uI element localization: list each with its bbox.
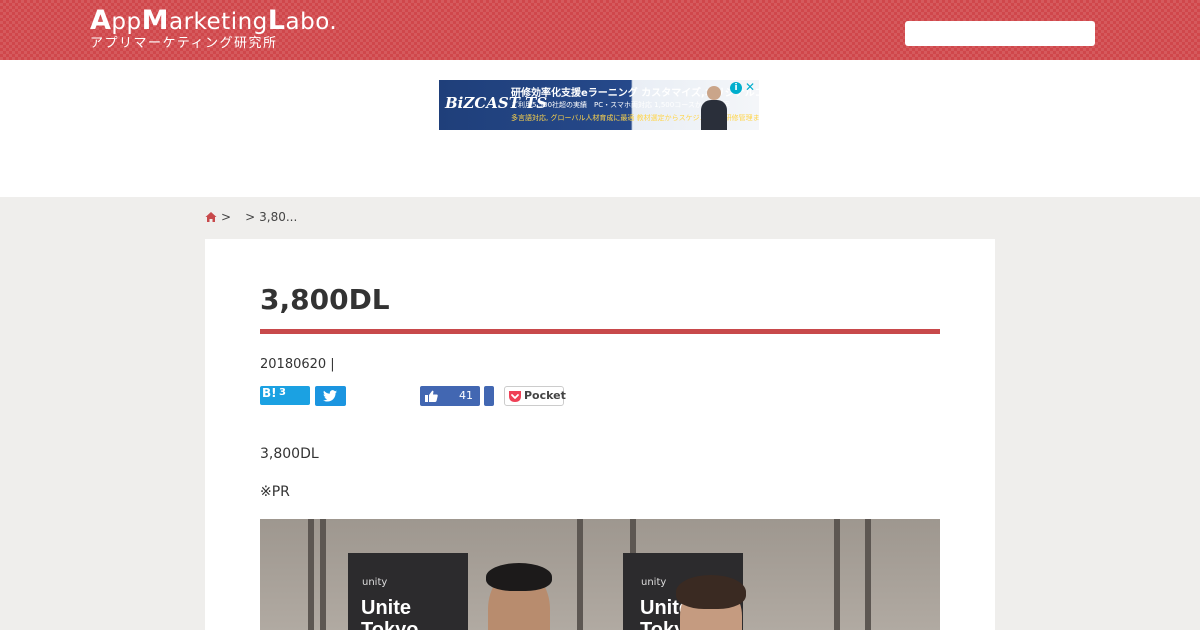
- title-divider: [260, 329, 940, 334]
- pocket-icon: [509, 391, 521, 402]
- article-card: 3,800DL 20180620 | B! 3 41 Pocket 3,800D…: [205, 239, 995, 630]
- article-photo: unity unity Unite Unite Tokyo Tokyo: [260, 519, 940, 630]
- breadcrumb-separator: >: [221, 210, 232, 224]
- ad-person-image: [701, 86, 727, 130]
- ad-banner[interactable]: BiZCAST TS 研修効率化支援eラーニング カスタマイズ,オリジナルコース…: [439, 80, 759, 130]
- breadcrumb: > > 3,80...: [205, 210, 297, 224]
- pocket-button[interactable]: Pocket: [504, 386, 566, 406]
- hatena-bookmark-button[interactable]: B! 3: [260, 386, 310, 405]
- ad-text-line: ご利用5,500社超の実績 PC・スマホ両対応 1,500コースからご提案: [511, 101, 730, 109]
- home-icon[interactable]: [205, 211, 217, 223]
- facebook-share-button[interactable]: [484, 386, 494, 406]
- share-buttons: B! 3 41 Pocket: [260, 386, 580, 406]
- banner-text: Tokyo: [361, 619, 419, 630]
- facebook-like-button[interactable]: 41: [420, 386, 480, 406]
- post-date: 20180620 |: [260, 357, 335, 372]
- ad-close-icon[interactable]: ✕: [744, 81, 756, 93]
- tweet-button[interactable]: [315, 386, 346, 406]
- search-input[interactable]: [905, 21, 1095, 46]
- article-paragraph: ※PR: [260, 484, 290, 500]
- pocket-label: Pocket: [524, 389, 566, 402]
- banner-brand: unity: [362, 577, 388, 588]
- breadcrumb-separator: >: [245, 210, 256, 224]
- logo-subtitle: アプリマーケティング研究所: [90, 36, 278, 51]
- ad-info-icon[interactable]: i: [730, 82, 742, 94]
- page-title: 3,800DL: [260, 283, 390, 316]
- site-header: AppMarketingLabo. アプリマーケティング研究所: [0, 0, 1200, 60]
- ad-area: BiZCAST TS 研修効率化支援eラーニング カスタマイズ,オリジナルコース…: [0, 60, 1200, 197]
- twitter-icon: [323, 390, 337, 402]
- banner-brand: unity: [641, 577, 667, 588]
- breadcrumb-current: 3,80...: [259, 210, 298, 224]
- hatena-icon: B!: [262, 386, 277, 400]
- article-paragraph: 3,800DL: [260, 446, 319, 462]
- site-logo[interactable]: AppMarketingLabo. アプリマーケティング研究所: [90, 6, 337, 51]
- banner-text: Unite: [361, 597, 411, 619]
- like-count: 41: [459, 389, 473, 402]
- thumbs-up-icon: [425, 390, 438, 402]
- logo-title: AppMarketingLabo.: [90, 5, 338, 36]
- hatena-count: 3: [279, 387, 286, 398]
